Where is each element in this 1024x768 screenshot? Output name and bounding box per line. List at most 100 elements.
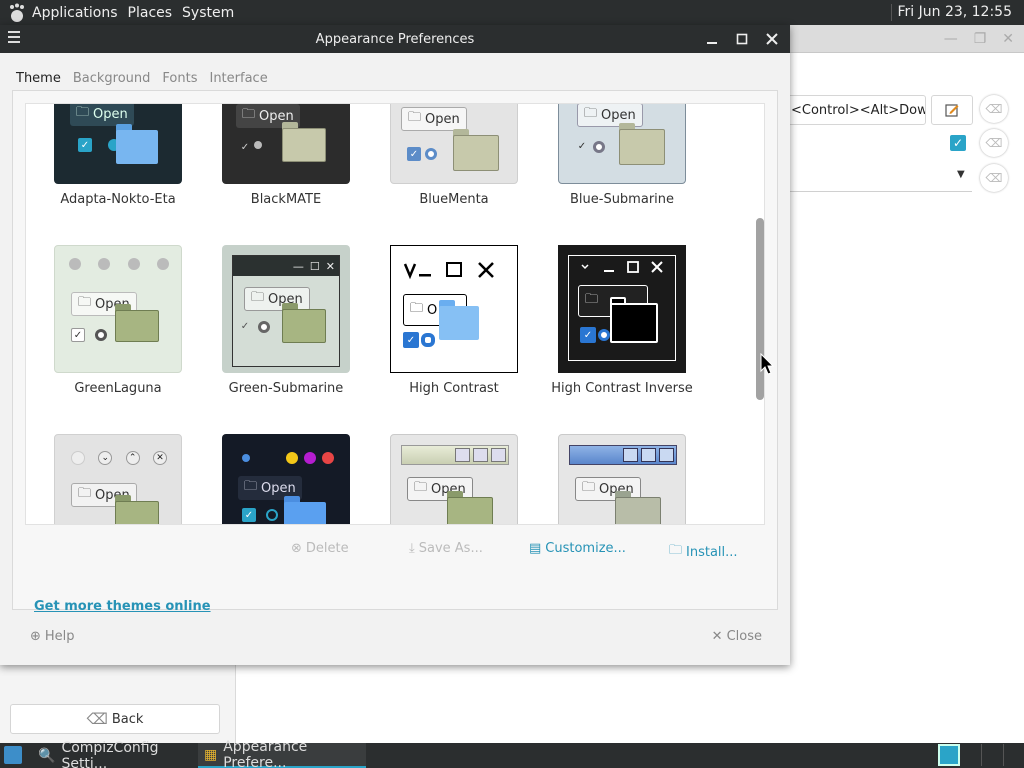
theme-grid[interactable]: 🗀 Open ✓ Adapta-Nokto-Eta 🗀 Open ✓ BlackMA… <box>25 103 765 525</box>
theme-item[interactable]: 🗀 ✓ High Contrast Inverse <box>538 245 706 396</box>
folder-icon <box>116 124 158 164</box>
radio-preview <box>421 333 435 347</box>
folder-icon <box>115 304 159 342</box>
reset-button[interactable]: ⌫ <box>980 95 1008 123</box>
checkbox-preview: ✓ <box>407 147 421 161</box>
clock[interactable]: Fri Jun 23, 12:55 <box>897 4 1012 20</box>
radio-preview <box>266 509 278 521</box>
radio-preview <box>254 141 262 149</box>
close-icon[interactable]: ✕ <box>1002 31 1014 47</box>
restore-icon[interactable]: ❐ <box>974 31 987 47</box>
checkbox-preview: ✓ <box>78 138 92 152</box>
system-menu[interactable]: System <box>182 5 234 21</box>
window-titlebar-preview: — ☐ ✕ <box>233 256 339 276</box>
customize-button[interactable]: ▤ Customize... <box>529 541 626 556</box>
theme-item[interactable]: 🗀 Open ✓ <box>202 434 370 524</box>
dialog-title: Appearance Preferences <box>315 32 475 47</box>
minimize-icon[interactable] <box>702 29 722 49</box>
folder-open-icon: 🗀 <box>585 292 599 307</box>
theme-item[interactable]: 🗀 Open <box>538 434 706 524</box>
document-icon: ▤ <box>529 541 542 556</box>
theme-item[interactable]: 🗀 O ✓ High Contrast <box>370 245 538 396</box>
gnome-foot-icon[interactable] <box>6 2 28 24</box>
theme-item[interactable]: 🗀 Open ✓ Adapta-Nokto-Eta <box>34 104 202 207</box>
theme-thumbnail: 🗀 Open ✓ <box>390 104 518 184</box>
install-button[interactable]: 🗀 Install... <box>669 541 738 563</box>
edit-keybinding-button[interactable] <box>931 95 973 125</box>
workspace-1[interactable] <box>938 744 960 766</box>
edit-icon <box>945 104 959 117</box>
minimize-icon[interactable]: — <box>944 31 958 47</box>
compizconfig-app-icon: 🔍 <box>38 747 56 764</box>
maximize-dot-preview <box>304 452 316 464</box>
checkbox-preview: ✓ <box>580 327 596 343</box>
folder-icon <box>439 300 479 340</box>
workspace-2[interactable] <box>960 744 982 766</box>
folder-icon <box>284 496 326 524</box>
checkbox-preview: ✓ <box>242 508 256 522</box>
places-menu[interactable]: Places <box>128 5 173 21</box>
close-icon[interactable] <box>762 29 782 49</box>
theme-grid-scrollbar[interactable] <box>754 104 764 524</box>
maximize-icon[interactable] <box>732 29 752 49</box>
reset-button[interactable]: ⌫ <box>980 164 1008 192</box>
radio-preview <box>95 329 107 341</box>
theme-thumbnail: 🗀 Open ✓ <box>222 434 350 524</box>
save-as-button[interactable]: ⤓ Save As... <box>409 541 483 556</box>
panel-separator <box>891 4 892 21</box>
close-dot-preview <box>322 452 334 464</box>
folder-icon <box>453 129 499 171</box>
dialog-titlebar[interactable]: Appearance Preferences <box>0 25 790 53</box>
checkbox-preview: ✓ <box>240 141 250 153</box>
theme-item[interactable]: 🗀 Open ✓ GreenLaguna <box>34 245 202 396</box>
theme-item[interactable]: — ☐ ✕ 🗀 Open ✓ Green-Submarine <box>202 245 370 396</box>
theme-thumbnail: 🗀 O ✓ <box>390 245 518 373</box>
help-button[interactable]: ⊕ Help <box>30 629 75 644</box>
back-label: Back <box>111 711 144 727</box>
close-button[interactable]: ✕ Close <box>712 629 762 644</box>
folder-icon <box>610 297 658 343</box>
reset-button[interactable]: ⌫ <box>980 129 1008 157</box>
theme-actions: ⊗ Delete ⤓ Save As... ▤ Customize... 🗀 I… <box>13 533 777 563</box>
theme-page: 🗀 Open ✓ Adapta-Nokto-Eta 🗀 Open ✓ BlackMA… <box>12 90 778 614</box>
folder-open-icon: 🗀 <box>414 480 428 495</box>
download-icon: ⤓ <box>409 541 415 556</box>
folder-open-icon: 🗀 <box>78 295 92 310</box>
delete-button[interactable]: ⊗ Delete <box>291 541 349 556</box>
theme-item[interactable]: ⌄ ⌃ ✕ 🗀 Open <box>34 434 202 524</box>
window-buttons-preview <box>581 261 663 273</box>
back-button[interactable]: ⌫ Back <box>10 704 220 734</box>
theme-name: BlueMenta <box>419 192 489 207</box>
minimize-dot-preview <box>286 452 298 464</box>
radio-preview <box>593 141 605 153</box>
chevron-down-icon[interactable]: ▼ <box>957 169 965 180</box>
bottom-taskbar: 🔍 CompizConfig Setti... ▦ Appearance Pre… <box>0 739 1024 768</box>
folder-open-icon: 🗀 <box>584 106 598 121</box>
theme-item[interactable]: 🗀 Open ✓ Blue-Submarine <box>538 104 706 207</box>
radio-preview <box>598 329 610 341</box>
folder-open-icon: 🗀 <box>251 290 265 305</box>
option-checkbox[interactable]: ✓ <box>950 135 966 151</box>
workspace-switcher <box>938 744 1024 766</box>
workspace-3[interactable] <box>982 744 1004 766</box>
clear-icon: ⌫ <box>985 102 1003 116</box>
theme-item[interactable]: 🗀 Open ✓ BlueMenta <box>370 104 538 207</box>
window-buttons-preview <box>69 258 169 272</box>
workspace-4[interactable] <box>1004 744 1024 766</box>
theme-thumbnail: 🗀 Open ✓ <box>222 104 350 184</box>
theme-item[interactable]: 🗀 Open ✓ BlackMATE <box>202 104 370 207</box>
taskbar-item-appearance[interactable]: ▦ Appearance Prefere... <box>198 739 366 768</box>
theme-item[interactable]: 🗀 Open <box>370 434 538 524</box>
keybinding-field[interactable]: <Control><Alt>Down <box>780 95 926 125</box>
taskbar-item-compizconfig[interactable]: 🔍 CompizConfig Setti... <box>32 740 196 768</box>
applications-menu[interactable]: Applications <box>32 5 118 21</box>
clear-icon: ⌫ <box>985 136 1003 150</box>
open-button-preview: 🗀 Open <box>244 287 310 311</box>
theme-thumbnail: — ☐ ✕ 🗀 Open ✓ <box>222 245 350 373</box>
get-more-themes-link[interactable]: Get more themes online <box>34 599 211 614</box>
theme-name: Green-Submarine <box>228 381 344 396</box>
top-panel: Applications Places System Fri Jun 23, 1… <box>0 0 1024 25</box>
theme-name: Blue-Submarine <box>569 192 675 207</box>
show-desktop-icon[interactable] <box>4 746 22 764</box>
dropdown-underline <box>790 191 972 192</box>
